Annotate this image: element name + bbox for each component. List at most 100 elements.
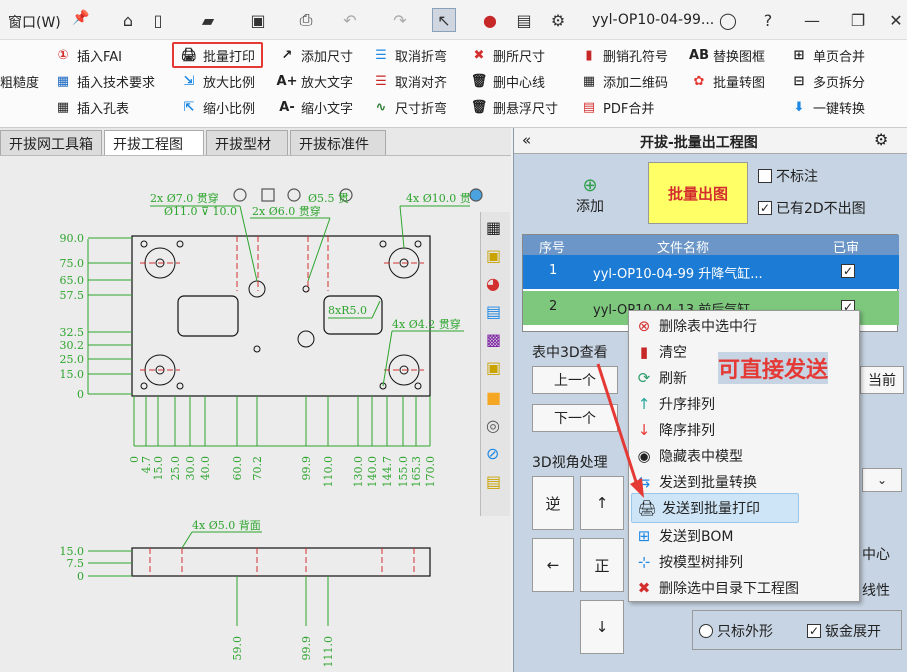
hole-table-icon: ▦ (56, 99, 70, 115)
redo-icon[interactable]: ↷ (388, 8, 412, 32)
outline-only-radio[interactable]: 只标外形 (699, 621, 773, 641)
menu-item-send-bom[interactable]: ⊞ 发送到BOM (629, 523, 859, 549)
collapse-icon[interactable]: « (522, 131, 531, 149)
down-button[interactable]: ↓ (580, 600, 624, 654)
folder-icon[interactable]: ■ (486, 388, 501, 407)
delete-pin-symbol-button[interactable]: ▮ 删销孔符号 (580, 44, 668, 66)
insert-hole-table-button[interactable]: ▦ 插入孔表 (54, 96, 129, 118)
insert-fai-button[interactable]: ① 插入FAI (54, 44, 122, 66)
has-2d-checkbox[interactable]: ✓ 已有2D不出图 (758, 198, 866, 218)
add-qrcode-button[interactable]: ▦ 添加二维码 (580, 70, 668, 92)
file-properties-icon[interactable]: ▤ (512, 8, 536, 32)
split-icon: ⊟ (793, 73, 805, 89)
enlarge-text-button[interactable]: A+ 放大文字 (277, 70, 354, 92)
palette-icon[interactable]: ▩ (486, 330, 501, 349)
radio-icon[interactable] (699, 624, 713, 638)
merge-icon: ⊞ (793, 47, 805, 63)
menu-item-send-batch-print[interactable]: 🖨 发送到批量打印 (631, 493, 799, 523)
globe-icon[interactable] (469, 188, 483, 202)
zoom-out-scale-button[interactable]: ⇱ 缩小比例 (180, 96, 255, 118)
drawing-canvas[interactable]: 90.0 75.0 65.0 57.5 32.5 30.2 25.0 15.0 … (0, 156, 511, 672)
window-menu[interactable]: 窗口(W) (8, 12, 61, 32)
sheet-metal-checkbox[interactable]: ✓ 钣金展开 (807, 621, 881, 641)
dropdown-chevron-icon[interactable]: ⌄ (862, 468, 902, 492)
fai-icon: ① (57, 47, 69, 63)
menu-item-delete-dir-drawings[interactable]: ✖ 删除选中目录下工程图 (629, 575, 859, 601)
zoom-in-scale-button[interactable]: ⇲ 放大比例 (180, 70, 255, 92)
menu-item-hide-model[interactable]: ◉ 隐藏表中模型 (629, 443, 859, 469)
cancel-bend-button[interactable]: ☰ 取消折弯 (372, 44, 447, 66)
home-icon[interactable]: ⌂ (116, 8, 140, 32)
insert-tech-req-button[interactable]: ▦ 插入技术要求 (54, 70, 155, 92)
cube-icon[interactable]: ▦ (486, 218, 501, 237)
minimize-icon[interactable]: — (800, 8, 824, 32)
fit-icon[interactable] (261, 188, 275, 202)
panel-settings-icon[interactable]: ⚙ (874, 130, 888, 149)
dim-bend-button[interactable]: ∿ 尺寸折弯 (372, 96, 447, 118)
delete-all-dims-button[interactable]: ✖ 删所尺寸 (470, 44, 545, 66)
tab-standard-parts[interactable]: 开拔标准件 (290, 130, 386, 155)
cancel-align-button[interactable]: ☰ 取消对齐 (372, 70, 447, 92)
x-dim-label: 15.0 (152, 456, 165, 481)
help-icon[interactable]: ? (756, 8, 780, 32)
batch-print-button[interactable]: 🖨 批量打印 (172, 42, 264, 68)
select-cursor-icon[interactable]: ↖ (432, 8, 456, 32)
pin-icon[interactable]: 📌 (72, 10, 89, 26)
table-row[interactable]: 1 yyl-OP10-04-99 升降气缸... ✓ (523, 255, 899, 289)
layers-icon[interactable]: ▣ (486, 246, 501, 265)
appearance-icon[interactable]: ◕ (486, 274, 500, 293)
trash-icon: 🗑 (470, 99, 488, 115)
no-mark-check-box[interactable] (758, 169, 772, 183)
menu-item-sort-desc[interactable]: ↓ 降序排列 (629, 417, 859, 443)
printer-icon: 🖨 (637, 499, 657, 517)
save-icon[interactable]: ▣ (246, 8, 270, 32)
one-click-convert-button[interactable]: ⬇ 一键转换 (790, 96, 865, 118)
add-button[interactable]: ⊕ 添加 (528, 162, 652, 228)
linear-option[interactable]: 线性 (862, 580, 890, 600)
has-2d-check-box[interactable]: ✓ (758, 201, 772, 215)
front-button[interactable]: 正 (580, 538, 624, 592)
sheet-metal-check-box[interactable]: ✓ (807, 624, 821, 638)
zoom-icon[interactable] (233, 188, 247, 202)
x-dim-label: 110.0 (322, 456, 335, 488)
menu-item-send-batch-convert[interactable]: ⇆ 发送到批量转换 (629, 469, 859, 495)
shrink-text-button[interactable]: A- 缩小文字 (278, 96, 353, 118)
view-icon[interactable]: ▣ (486, 358, 501, 377)
pdf-merge-button[interactable]: ▤ PDF合并 (580, 96, 654, 118)
row-approved-checkbox[interactable]: ✓ (841, 264, 855, 278)
menu-item-delete-row[interactable]: ⊗ 删除表中选中行 (629, 313, 859, 339)
notes-icon[interactable]: ▤ (486, 472, 501, 491)
batch-convert-button[interactable]: ✿ 批量转图 (690, 70, 765, 92)
link-icon[interactable]: ⊘ (486, 444, 499, 463)
multi-page-split-button[interactable]: ⊟ 多页拆分 (790, 70, 865, 92)
replace-frame-button[interactable]: AB 替换图框 (689, 44, 765, 66)
print-icon[interactable]: ⎙ (294, 8, 318, 32)
open-icon[interactable]: ▰ (196, 8, 220, 32)
list-icon[interactable]: ▤ (486, 302, 501, 321)
center-option[interactable]: 中心 (862, 544, 890, 564)
user-icon[interactable]: ◯ (716, 8, 740, 32)
zoom-area-icon[interactable] (287, 188, 301, 202)
tab-profile[interactable]: 开拔型材 (206, 130, 288, 155)
disc-icon[interactable]: ◎ (486, 416, 500, 435)
undo-icon[interactable]: ↶ (338, 8, 362, 32)
left-button[interactable]: ← (532, 538, 574, 592)
tab-drawing[interactable]: 开拔工程图 (104, 130, 204, 155)
menu-item-sort-by-tree[interactable]: ⊹ 按模型树排列 (629, 549, 859, 575)
current-button[interactable]: 当前 (860, 366, 904, 394)
batch-generate-button[interactable]: 批量出图 (648, 162, 748, 224)
add-dimension-button[interactable]: ↗ 添加尺寸 (278, 44, 353, 66)
reverse-button[interactable]: 逆 (532, 476, 574, 530)
menu-item-sort-asc[interactable]: ↑ 升序排列 (629, 391, 859, 417)
traffic-light-icon[interactable]: ● (478, 8, 502, 32)
new-file-icon[interactable]: ▯ (146, 8, 170, 32)
roughness-button[interactable]: 粗糙度 (0, 70, 39, 92)
close-icon[interactable]: ✕ (884, 8, 907, 32)
single-page-merge-button[interactable]: ⊞ 单页合并 (790, 44, 865, 66)
delete-floating-dims-button[interactable]: 🗑 删悬浮尺寸 (470, 96, 558, 118)
no-mark-checkbox[interactable]: 不标注 (758, 166, 818, 186)
options-gear-icon[interactable]: ⚙ (546, 8, 570, 32)
tab-toolbox[interactable]: 开拔网工具箱 (0, 130, 102, 155)
delete-centerline-button[interactable]: 🗑 删中心线 (470, 70, 545, 92)
restore-icon[interactable]: ❐ (846, 8, 870, 32)
